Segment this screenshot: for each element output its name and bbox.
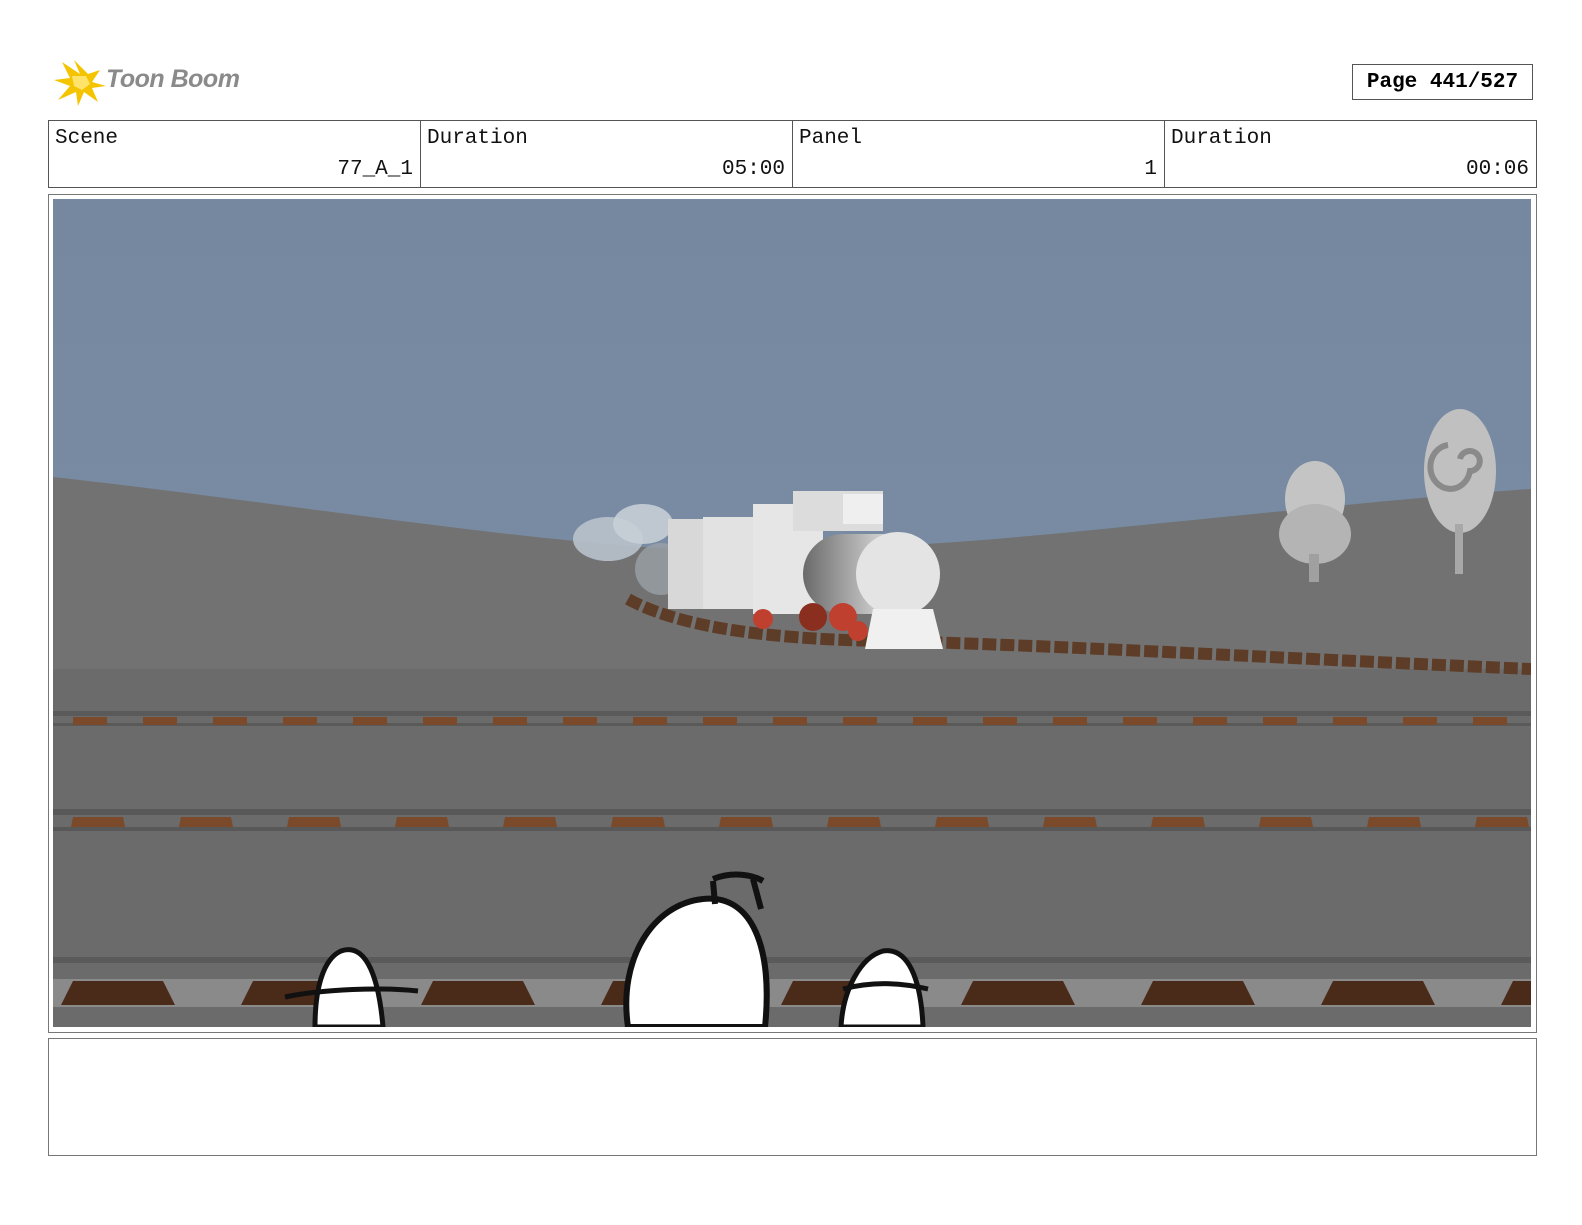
rail-tie (283, 717, 317, 725)
panel-duration-label: Duration (1171, 127, 1272, 150)
rail-tie (1333, 717, 1367, 725)
rail-tie (773, 717, 807, 725)
rail-tie (179, 817, 233, 827)
rail-tie (1263, 717, 1297, 725)
panel-duration-value: 00:06 (1465, 158, 1529, 181)
rail-tie (423, 717, 457, 725)
rail-tie (827, 817, 881, 827)
panel-caption (48, 1038, 1537, 1156)
rail-tie (913, 717, 947, 725)
rail-tie (287, 817, 341, 827)
panel-label: Panel (799, 127, 863, 150)
rail-tie (213, 717, 247, 725)
logo-wordmark: Toon Boom (106, 65, 240, 93)
rail-tie (395, 817, 449, 827)
page-number: Page 441/527 (1352, 64, 1533, 100)
rail-tie (611, 817, 665, 827)
rail-tie (493, 717, 527, 725)
rail-tie (143, 717, 177, 725)
starburst-icon (54, 60, 106, 106)
rail-tie (421, 981, 535, 1005)
rail-tie (1151, 817, 1205, 827)
rail-tie (1123, 717, 1157, 725)
rail-tie (983, 717, 1017, 725)
rail-tie (703, 717, 737, 725)
rail-tie (1475, 817, 1529, 827)
panel-cell: Panel 1 (793, 121, 1165, 187)
rail-tie (1367, 817, 1421, 827)
rail-tie (719, 817, 773, 827)
scene-info-table: Scene 77_A_1 Duration 05:00 Panel 1 Dura… (48, 120, 1537, 188)
scene-value: 77_A_1 (337, 158, 413, 181)
train-scene-illustration (53, 199, 1531, 1027)
scene-label: Scene (55, 127, 119, 150)
toon-boom-logo: Toon Boom (52, 56, 252, 108)
panel-image (53, 199, 1531, 1027)
panel-value: 1 (1144, 158, 1157, 181)
rail-tie (73, 717, 107, 725)
rail-tie (353, 717, 387, 725)
scene-duration-cell: Duration 05:00 (421, 121, 793, 187)
rail-tie (1403, 717, 1437, 725)
scene-duration-label: Duration (427, 127, 528, 150)
rail-tie (1053, 717, 1087, 725)
rail-tie (71, 817, 125, 827)
scene-duration-value: 05:00 (721, 158, 785, 181)
scene-cell: Scene 77_A_1 (49, 121, 421, 187)
rail-tie (843, 717, 877, 725)
track-ties-1 (73, 717, 1507, 725)
rail-tie (1193, 717, 1227, 725)
rail-tie (1321, 981, 1435, 1005)
rail-tie (935, 817, 989, 827)
panel-duration-cell: Duration 00:06 (1165, 121, 1536, 187)
rail-tie (1141, 981, 1255, 1005)
storyboard-panel (48, 194, 1537, 1033)
rail-tie (1259, 817, 1313, 827)
rail-tie (1043, 817, 1097, 827)
rail-tie (61, 981, 175, 1005)
rail-tie (563, 717, 597, 725)
rail-tie (961, 981, 1075, 1005)
rail-tie (1473, 717, 1507, 725)
rail-tie (503, 817, 557, 827)
rail-tie (633, 717, 667, 725)
